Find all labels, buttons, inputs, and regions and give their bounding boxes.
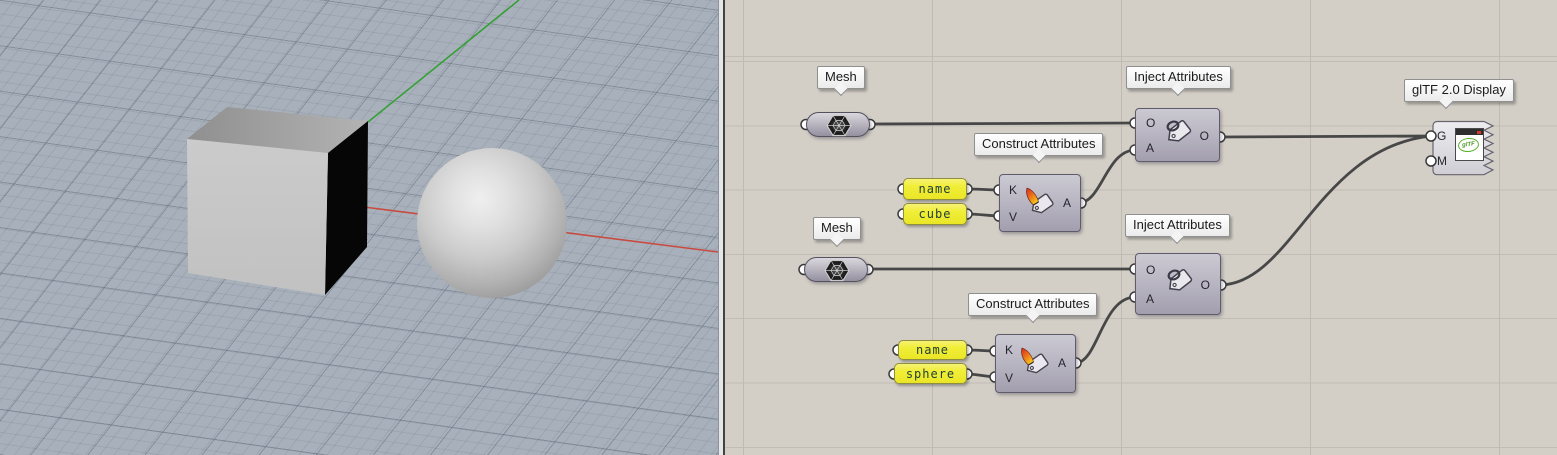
node-gltf-display[interactable]: G M glTF <box>1423 118 1503 180</box>
panel-cube[interactable]: cube <box>903 203 967 225</box>
tooltip-construct-2: Construct Attributes <box>968 293 1097 316</box>
gltf-titlebar <box>1456 129 1483 135</box>
mesh-hexagon-icon <box>824 258 850 283</box>
mesh-hexagon-icon <box>826 113 852 138</box>
tooltip-label: Inject Attributes <box>1134 69 1223 84</box>
gltf-logo-text: glTF <box>1462 141 1475 148</box>
tooltip-gltf-display: glTF 2.0 Display <box>1404 79 1514 102</box>
tooltip-label: Mesh <box>825 69 857 84</box>
tooltip-inject-2: Inject Attributes <box>1125 214 1230 237</box>
tooltip-inject-1: Inject Attributes <box>1126 66 1231 89</box>
app-window: Mesh Inject Attributes Construct Attribu… <box>0 0 1557 455</box>
node-construct-attributes-1[interactable]: K V A <box>999 174 1081 232</box>
wire-construct1-inject1[interactable] <box>1079 150 1135 203</box>
tag-ring-icon <box>1160 117 1202 155</box>
grasshopper-canvas[interactable]: Mesh Inject Attributes Construct Attribu… <box>725 0 1557 455</box>
port-label-M[interactable]: M <box>1437 155 1447 167</box>
tooltip-label: Inject Attributes <box>1133 217 1222 232</box>
wire-inject1-gltf[interactable] <box>1218 136 1431 137</box>
port-label-K[interactable]: K <box>1005 344 1013 356</box>
port-label-K[interactable]: K <box>1009 184 1017 196</box>
port-label-V[interactable]: V <box>1005 372 1013 384</box>
tooltip-label: glTF 2.0 Display <box>1412 82 1506 97</box>
panel-text: sphere <box>906 367 955 381</box>
port-label-A[interactable]: A <box>1146 142 1154 154</box>
node-inject-attributes-2[interactable]: O A O <box>1135 253 1221 315</box>
panel-sphere[interactable]: sphere <box>894 363 967 384</box>
port-label-A[interactable]: A <box>1063 197 1071 209</box>
tag-pen-icon <box>1021 187 1061 221</box>
tag-pen-icon <box>1016 347 1056 381</box>
port-label-V[interactable]: V <box>1009 211 1017 223</box>
port-label-A[interactable]: A <box>1146 293 1154 305</box>
tooltip-label: Mesh <box>821 220 853 235</box>
port-label-O[interactable]: O <box>1146 264 1155 276</box>
port-label-G[interactable]: G <box>1437 130 1446 142</box>
port-label-A[interactable]: A <box>1058 357 1066 369</box>
pane-divider[interactable] <box>718 0 725 455</box>
tooltip-label: Construct Attributes <box>976 296 1089 311</box>
gltf-close-dot <box>1477 131 1481 134</box>
tooltip-construct-1: Construct Attributes <box>974 133 1103 156</box>
tooltip-mesh-1: Mesh <box>817 66 865 89</box>
wire-inject2-gltf[interactable] <box>1221 136 1431 285</box>
panel-text: name <box>916 343 949 357</box>
node-inject-attributes-1[interactable]: O A O <box>1135 108 1220 162</box>
tooltip-label: Construct Attributes <box>982 136 1095 151</box>
tooltip-mesh-2: Mesh <box>813 217 861 240</box>
panel-name-1[interactable]: name <box>903 178 967 200</box>
panel-text: name <box>919 182 952 196</box>
node-mesh-param-2[interactable] <box>804 257 868 282</box>
cube-object[interactable] <box>0 0 718 455</box>
panel-text: cube <box>919 207 952 221</box>
gltf-logo: glTF <box>1457 137 1479 153</box>
tag-ring-icon <box>1161 266 1203 304</box>
wire-mesh1-inject1[interactable] <box>870 123 1135 124</box>
panel-name-2[interactable]: name <box>898 340 967 360</box>
cube-front-face <box>187 139 328 295</box>
node-construct-attributes-2[interactable]: K V A <box>995 334 1076 393</box>
node-mesh-param-1[interactable] <box>806 112 870 137</box>
rhino-viewport[interactable] <box>0 0 718 455</box>
sphere-object[interactable] <box>417 148 567 298</box>
port-label-O[interactable]: O <box>1146 117 1155 129</box>
gltf-window-icon: glTF <box>1455 128 1484 161</box>
